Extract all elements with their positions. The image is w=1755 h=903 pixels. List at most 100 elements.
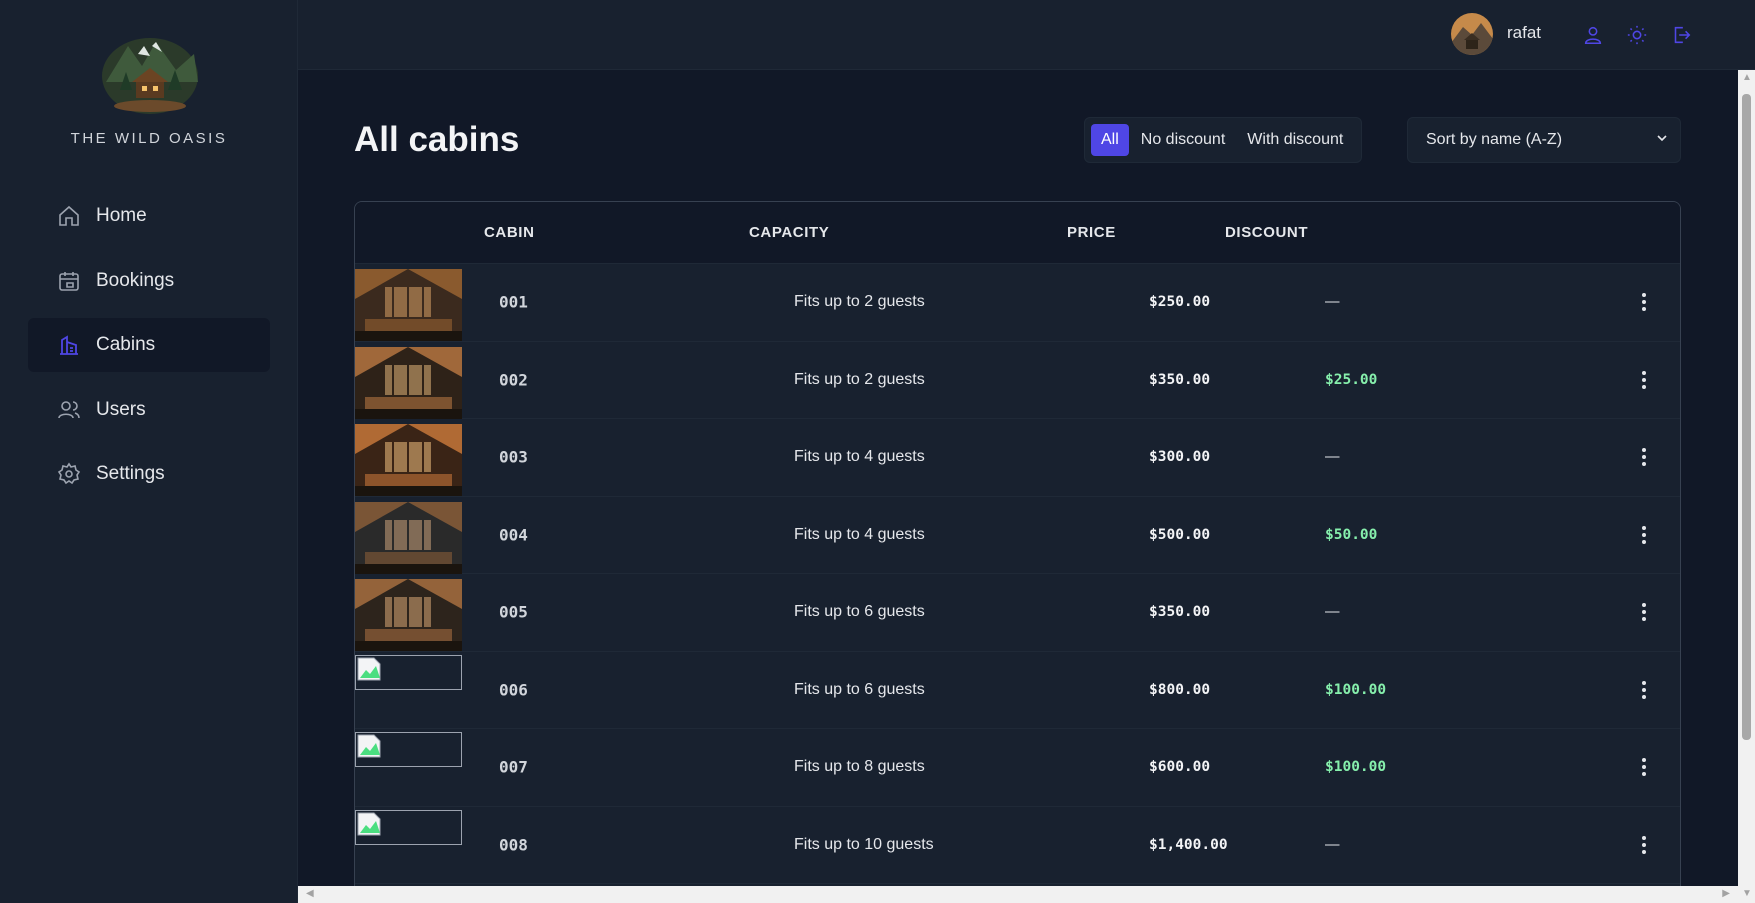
broken-image-icon	[355, 732, 462, 767]
cabin-photo	[355, 501, 462, 574]
table-row: 001 Fits up to 2 guests $250.00 —	[355, 264, 1680, 342]
cabin-capacity: Fits up to 4 guests	[794, 525, 925, 543]
table-row: 004 Fits up to 4 guests $500.00 $50.00	[355, 497, 1680, 574]
scroll-up-icon[interactable]: ▲	[1742, 72, 1752, 83]
logout-icon[interactable]	[1668, 22, 1694, 48]
cabin-photo	[355, 579, 462, 651]
cabin-code: 003	[499, 447, 528, 467]
table-row: 008 Fits up to 10 guests $1,400.00 —	[355, 807, 1680, 884]
cabin-discount: $100.00	[1325, 681, 1387, 698]
sort-select-value: Sort by name (A-Z)	[1426, 131, 1563, 148]
cabin-discount: —	[1325, 449, 1340, 466]
column-header-cabin: CABIN	[484, 224, 535, 241]
cabin-discount: —	[1325, 836, 1340, 853]
calendar-icon	[56, 268, 82, 294]
vertical-scrollbar-thumb[interactable]	[1742, 94, 1751, 740]
cabins-icon	[56, 332, 82, 358]
filter-no-discount-button[interactable]: No discount	[1131, 124, 1236, 156]
kebab-menu-icon[interactable]	[1629, 752, 1659, 782]
cabin-capacity: Fits up to 2 guests	[794, 370, 925, 388]
home-icon	[56, 203, 82, 229]
sidebar: THE WILD OASIS Home Bookings Cabins User…	[0, 0, 298, 903]
cabin-code: 004	[499, 525, 528, 545]
filter-with-discount-button[interactable]: With discount	[1237, 124, 1353, 156]
cabin-price: $500.00	[1149, 526, 1211, 543]
sidebar-item-cabins[interactable]: Cabins	[28, 318, 270, 372]
cabin-price: $350.00	[1149, 371, 1211, 388]
top-header: rafat	[298, 0, 1755, 70]
cabin-capacity: Fits up to 6 guests	[794, 680, 925, 698]
sort-select[interactable]: Sort by name (A-Z)	[1407, 117, 1681, 163]
scroll-down-icon[interactable]: ▼	[1742, 888, 1752, 899]
cabin-discount: —	[1325, 604, 1340, 621]
users-icon	[56, 397, 82, 423]
kebab-menu-icon[interactable]	[1629, 287, 1659, 317]
cabin-code: 006	[499, 680, 528, 700]
cabin-price: $250.00	[1149, 294, 1211, 311]
table-header: CABIN CAPACITY PRICE DISCOUNT	[355, 202, 1680, 264]
cabins-table: CABIN CAPACITY PRICE DISCOUNT 001 Fits up…	[354, 201, 1681, 886]
avatar[interactable]	[1451, 13, 1493, 55]
column-header-discount: DISCOUNT	[1225, 224, 1309, 241]
kebab-menu-icon[interactable]	[1629, 442, 1659, 472]
sidebar-item-users[interactable]: Users	[28, 383, 270, 437]
cabin-price: $800.00	[1149, 681, 1211, 698]
sidebar-item-label: Settings	[96, 463, 165, 484]
broken-image-icon	[355, 654, 462, 690]
cabin-price: $600.00	[1149, 759, 1211, 776]
cabin-code: 008	[499, 835, 528, 855]
kebab-menu-icon[interactable]	[1629, 597, 1659, 627]
sidebar-item-label: Cabins	[96, 334, 156, 355]
sidebar-nav: Home Bookings Cabins Users Settings	[28, 189, 270, 512]
sun-icon[interactable]	[1624, 22, 1650, 48]
cabin-price: $1,400.00	[1149, 836, 1228, 853]
cabin-photo	[355, 424, 462, 496]
cabin-code: 002	[499, 370, 528, 390]
kebab-menu-icon[interactable]	[1629, 365, 1659, 395]
scroll-right-icon[interactable]: ▶	[1722, 888, 1730, 899]
table-row: 003 Fits up to 4 guests $300.00 —	[355, 419, 1680, 497]
vertical-scrollbar[interactable]: ▲ ▼	[1738, 70, 1755, 903]
kebab-menu-icon[interactable]	[1629, 520, 1659, 550]
cabin-capacity: Fits up to 6 guests	[794, 603, 925, 621]
kebab-menu-icon[interactable]	[1629, 675, 1659, 705]
table-row: 006 Fits up to 6 guests $800.00 $100.00	[355, 652, 1680, 729]
cabin-discount: $50.00	[1325, 526, 1378, 543]
table-row: 005 Fits up to 6 guests $350.00 —	[355, 574, 1680, 652]
brand-name: THE WILD OASIS	[70, 130, 228, 147]
scroll-left-icon[interactable]: ◀	[306, 888, 314, 899]
main-content: All cabins All No discount With discount…	[298, 70, 1738, 886]
discount-filter: All No discount With discount	[1084, 117, 1363, 163]
broken-image-icon	[355, 809, 462, 845]
gear-icon	[56, 461, 82, 487]
column-header-price: PRICE	[1067, 224, 1116, 241]
table-body: 001 Fits up to 2 guests $250.00 — 002 Fits up…	[355, 264, 1680, 884]
cabin-code: 007	[499, 757, 528, 777]
sidebar-item-settings[interactable]: Settings	[28, 447, 270, 501]
cabin-code: 005	[499, 602, 528, 622]
cabin-capacity: Fits up to 2 guests	[794, 293, 925, 311]
sidebar-item-home[interactable]: Home	[28, 189, 270, 243]
sidebar-item-label: Home	[96, 205, 147, 226]
cabin-discount: —	[1325, 294, 1340, 311]
cabin-price: $300.00	[1149, 449, 1211, 466]
cabin-discount: $100.00	[1325, 759, 1387, 776]
logo[interactable]	[98, 32, 202, 116]
table-row: 007 Fits up to 8 guests $600.00 $100.00	[355, 729, 1680, 807]
filter-all-button[interactable]: All	[1091, 124, 1129, 156]
cabin-capacity: Fits up to 8 guests	[794, 758, 925, 776]
username: rafat	[1507, 23, 1542, 42]
sidebar-item-label: Users	[96, 398, 146, 420]
kebab-menu-icon[interactable]	[1629, 830, 1659, 860]
cabin-price: $350.00	[1149, 604, 1211, 621]
cabin-code: 001	[499, 292, 528, 312]
cabin-photo	[355, 346, 462, 419]
page-title: All cabins	[354, 120, 520, 159]
cabin-capacity: Fits up to 10 guests	[794, 835, 934, 853]
horizontal-scrollbar[interactable]: ◀ ▶	[298, 886, 1738, 903]
sidebar-item-bookings[interactable]: Bookings	[28, 254, 270, 308]
sidebar-item-label: Bookings	[96, 269, 175, 291]
cabin-discount: $25.00	[1325, 371, 1378, 388]
user-icon[interactable]	[1580, 22, 1606, 48]
cabin-capacity: Fits up to 4 guests	[794, 448, 925, 466]
